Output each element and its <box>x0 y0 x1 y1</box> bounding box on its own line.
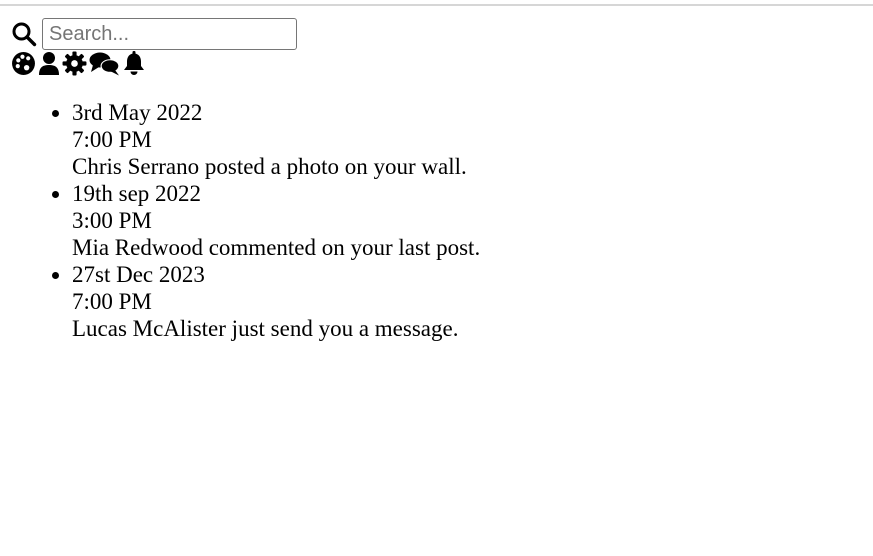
bell-icon[interactable] <box>123 50 145 76</box>
notification-message: Mia Redwood commented on your last post. <box>72 235 481 260</box>
notification-item: 3rd May 2022 7:00 PM Chris Serrano poste… <box>72 99 480 180</box>
search-input[interactable] <box>42 18 297 50</box>
top-divider <box>0 4 873 6</box>
search-bar <box>11 18 297 50</box>
notification-date: 19th sep 2022 <box>72 181 202 206</box>
search-icon[interactable] <box>11 20 39 48</box>
notification-message: Chris Serrano posted a photo on your wal… <box>72 154 467 179</box>
notification-time: 7:00 PM <box>72 289 152 314</box>
notification-list: 3rd May 2022 7:00 PM Chris Serrano poste… <box>32 99 480 342</box>
notification-time: 3:00 PM <box>72 208 152 233</box>
palette-icon[interactable] <box>11 50 36 76</box>
notification-time: 7:00 PM <box>72 127 152 152</box>
gear-icon[interactable] <box>62 50 87 76</box>
comments-icon[interactable] <box>89 50 121 76</box>
notification-date: 3rd May 2022 <box>72 100 203 125</box>
notification-item: 27st Dec 2023 7:00 PM Lucas McAlister ju… <box>72 261 480 342</box>
user-icon[interactable] <box>38 50 60 76</box>
notification-item: 19th sep 2022 3:00 PM Mia Redwood commen… <box>72 180 480 261</box>
notification-date: 27st Dec 2023 <box>72 262 205 287</box>
toolbar-icons <box>11 50 145 76</box>
notification-message: Lucas McAlister just send you a message. <box>72 316 459 341</box>
